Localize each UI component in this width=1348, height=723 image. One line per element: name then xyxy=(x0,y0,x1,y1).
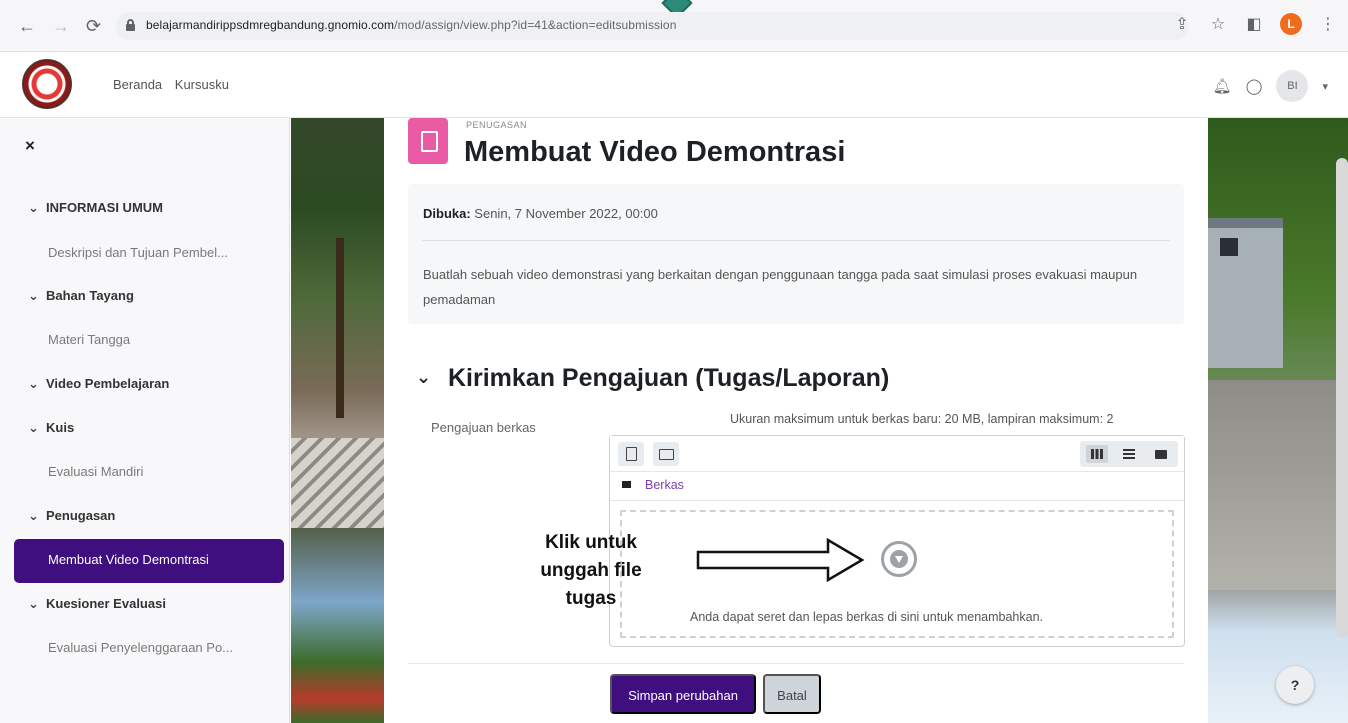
profile-avatar[interactable]: L xyxy=(1280,13,1302,35)
section-informasi-umum[interactable]: ⌄ INFORMASI UMUM xyxy=(28,200,163,216)
list-view-icon[interactable] xyxy=(1118,445,1140,463)
tree-view-icon[interactable] xyxy=(1150,445,1172,463)
submission-section-header[interactable]: ⌄ Kirimkan Pengajuan (Tugas/Laporan) xyxy=(416,364,889,393)
cancel-button[interactable]: Batal xyxy=(763,674,821,714)
assignment-icon xyxy=(408,118,448,164)
nav-link-kursusku[interactable]: Kursusku xyxy=(175,77,229,92)
back-arrow-icon[interactable]: ← xyxy=(18,16,36,37)
help-button[interactable]: ? xyxy=(1276,666,1314,704)
chevron-down-icon[interactable]: ⌄ xyxy=(28,420,46,436)
chat-icon[interactable]: ◯ xyxy=(1246,77,1263,95)
dropzone-hint: Anda dapat seret dan lepas berkas di sin… xyxy=(690,610,1044,624)
opened-date: Dibuka: Senin, 7 November 2022, 00:00 xyxy=(423,206,658,221)
main-content: PENUGASAN Membuat Video Demontrasi Dibuk… xyxy=(384,118,1208,723)
close-icon[interactable]: × xyxy=(25,136,35,156)
section-video-pembelajaran[interactable]: ⌄ Video Pembelajaran xyxy=(28,376,169,392)
background-photo-right xyxy=(1208,118,1348,723)
browser-chrome: ← → ⟳ belajarmandirippsdmregbandung.gnom… xyxy=(0,0,1348,52)
scrollbar[interactable] xyxy=(1336,158,1348,638)
lock-icon xyxy=(126,19,135,31)
drawer-item-active[interactable]: Membuat Video Demontrasi xyxy=(14,539,284,583)
view-switcher xyxy=(1080,441,1178,467)
bell-icon[interactable]: 🔔︎ xyxy=(1213,77,1232,95)
site-logo[interactable] xyxy=(22,59,72,109)
chevron-down-icon[interactable]: ⌄ xyxy=(416,367,448,388)
add-file-icon[interactable] xyxy=(618,442,644,466)
star-icon[interactable]: ☆ xyxy=(1208,14,1228,34)
section-bahan-tayang[interactable]: ⌄ Bahan Tayang xyxy=(28,288,134,304)
activity-type-label: PENUGASAN xyxy=(466,120,528,130)
section-penugasan[interactable]: ⌄ Penugasan xyxy=(28,508,115,524)
background-photo-left xyxy=(291,118,384,723)
course-index-drawer: × ⌄ INFORMASI UMUM Deskripsi dan Tujuan P… xyxy=(0,118,290,723)
side-panel-icon[interactable]: ◧ xyxy=(1244,14,1264,34)
forward-arrow-icon[interactable]: → xyxy=(52,16,70,37)
upload-arrow-icon[interactable] xyxy=(881,541,917,577)
page-title: Membuat Video Demontrasi xyxy=(464,136,846,168)
activity-info-box: Dibuka: Senin, 7 November 2022, 00:00 Bu… xyxy=(408,184,1184,324)
file-submission-label: Pengajuan berkas xyxy=(431,420,536,435)
save-button[interactable]: Simpan perubahan xyxy=(610,674,756,714)
menu-dots-icon[interactable]: ⋮ xyxy=(1318,14,1338,34)
folder-icon xyxy=(622,481,631,488)
address-bar[interactable]: belajarmandirippsdmregbandung.gnomio.com… xyxy=(116,12,1188,40)
share-icon[interactable]: ⇪ xyxy=(1172,14,1192,34)
drawer-item[interactable]: Deskripsi dan Tujuan Pembel... xyxy=(48,245,228,260)
file-limits-text: Ukuran maksimum untuk berkas baru: 20 MB… xyxy=(730,412,1114,426)
nav-link-beranda[interactable]: Beranda xyxy=(113,77,162,92)
section-kuesioner-evaluasi[interactable]: ⌄ Kuesioner Evaluasi xyxy=(28,596,166,612)
chevron-down-icon[interactable]: ⌄ xyxy=(28,508,46,524)
chevron-down-icon[interactable]: ⌄ xyxy=(28,288,46,304)
file-breadcrumb[interactable]: Berkas xyxy=(622,478,684,492)
callout-arrow-icon xyxy=(696,538,865,582)
activity-description: Buatlah sebuah video demonstrasi yang be… xyxy=(423,267,1138,307)
upload-callout-text: Klik untuk unggah file tugas xyxy=(540,532,642,609)
icon-view-icon[interactable] xyxy=(1086,445,1108,463)
section-kuis[interactable]: ⌄ Kuis xyxy=(28,420,74,436)
drawer-item[interactable]: Evaluasi Mandiri xyxy=(48,464,143,479)
chevron-down-icon[interactable]: ⌄ xyxy=(28,596,46,612)
create-folder-icon[interactable] xyxy=(653,442,679,466)
drawer-item[interactable]: Evaluasi Penyelenggaraan Po... xyxy=(48,640,233,655)
chevron-down-icon[interactable]: ⌄ xyxy=(28,376,46,392)
user-avatar[interactable]: BI xyxy=(1276,70,1309,102)
reload-icon[interactable]: ⟳ xyxy=(86,16,101,37)
site-navbar: Beranda Kursusku 🔔︎ ◯ BI ▾ xyxy=(0,52,1348,118)
chevron-down-icon[interactable]: ⌄ xyxy=(28,200,46,216)
url-text[interactable]: belajarmandirippsdmregbandung.gnomio.com… xyxy=(146,18,676,32)
drawer-item[interactable]: Materi Tangga xyxy=(48,332,130,347)
chevron-down-icon[interactable]: ▾ xyxy=(1322,80,1328,93)
